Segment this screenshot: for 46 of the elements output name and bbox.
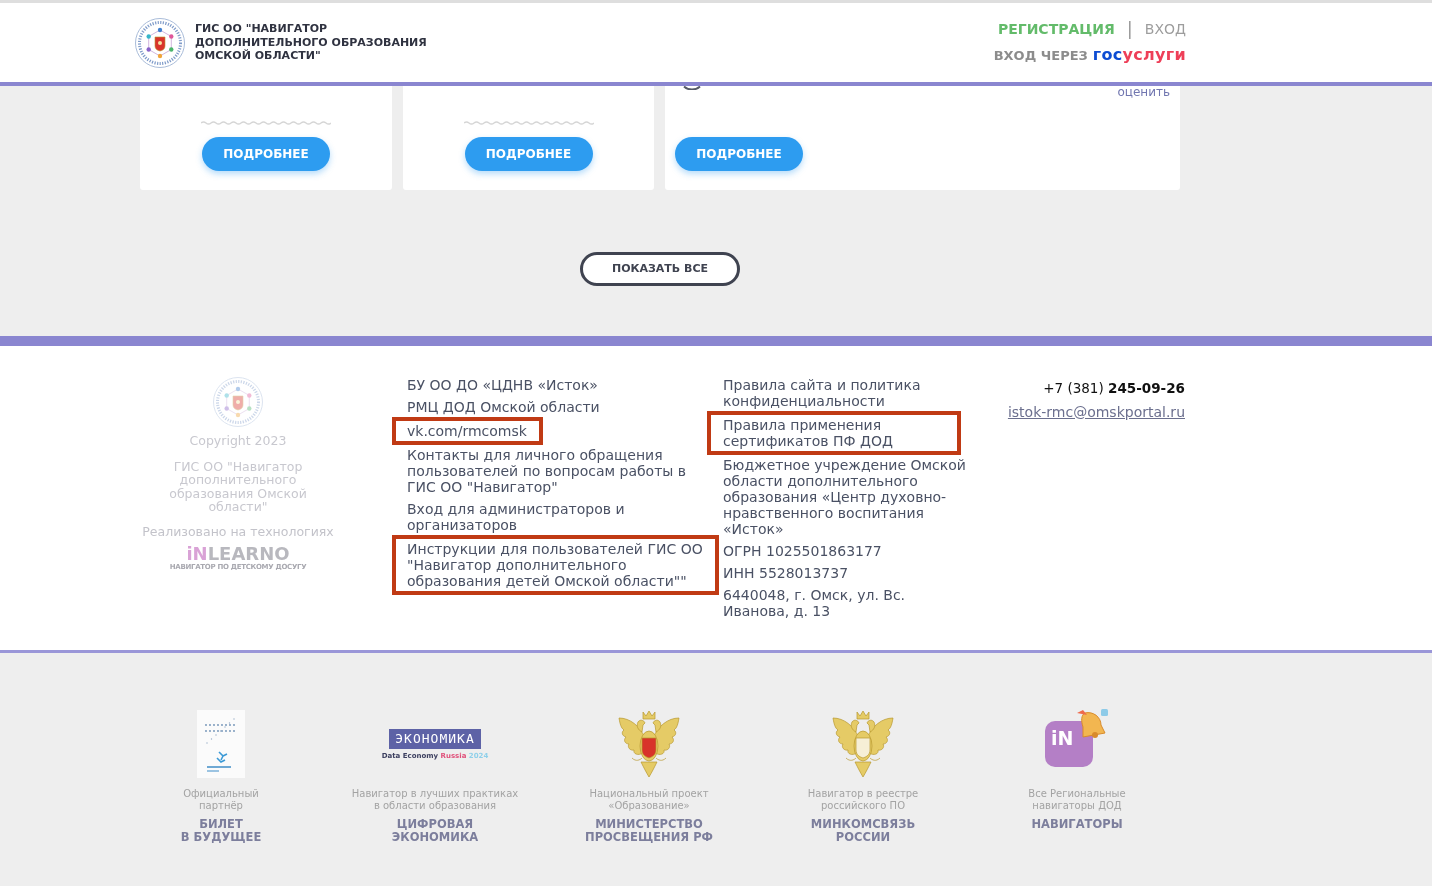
phone-number: +7 (381) 245-09-26 (1043, 380, 1185, 396)
partner-title-link[interactable]: МИНКОМСВЯЗЬ РОССИИ (810, 818, 916, 844)
footer-link[interactable]: Вход для администраторов и организаторов (407, 501, 707, 533)
show-all-button[interactable]: ПОКАЗАТЬ ВСЕ (580, 252, 740, 286)
site-title: ГИС ОО "НАВИГАТОР ДОПОЛНИТЕЛЬНОГО ОБРАЗОВАНИЯ ОМСКОЙ ОБЛАСТИ" (195, 22, 427, 63)
footer-link[interactable]: Контакты для личного обращения пользователей по вопросам работы в ГИС ОО "Навигатор" (407, 447, 707, 495)
partner-caption: Навигатор в реестре российского ПО (807, 788, 919, 812)
partner-title-link[interactable]: МИНИСТЕРСТВО ПРОСВЕЩЕНИЯ РФ (585, 818, 713, 844)
organization-name: РМЦ ДОД Омской области (407, 399, 601, 415)
footer-link[interactable]: Правила сайта и политика конфиденциальности (723, 377, 968, 409)
wavy-line-icon (463, 120, 594, 126)
partner-title-link[interactable]: ЦИФРОВАЯ ЭКОНОМИКА (391, 818, 479, 844)
gosuslugi-login-link[interactable]: ВХОД ЧЕРЕЗ госуслуги (993, 42, 1186, 67)
partner-caption: Национальный проект «Образование» (589, 788, 709, 812)
footer-link[interactable]: vk.com/rmcomsk (407, 423, 527, 439)
wavy-line-icon (201, 120, 331, 126)
dotted-card-icon (197, 710, 245, 778)
round-emblem-icon (213, 377, 263, 427)
organization-name: БУ ОО ДО «ЦДНВ «Исток» (407, 377, 599, 393)
navigator-logo: iN (1045, 721, 1093, 767)
platform-logo: iNLEARNO (186, 544, 290, 564)
round-emblem-icon (135, 17, 185, 68)
email-link[interactable]: istok-rmc@omskportal.ru (1007, 404, 1185, 420)
partner-caption: Навигатор в лучших практиках в области образования (351, 788, 519, 812)
legal-details-text: 6440048, г. Омск, ул. Вс. Иванова, д. 13 (723, 587, 907, 619)
rate-link[interactable]: оценить (1117, 86, 1170, 99)
powered-by-text: Реализовано на технологиях (142, 525, 334, 540)
partner-caption: Все Региональные навигаторы ДОД (1028, 788, 1126, 812)
footer-link[interactable]: Инструкции для пользователей ГИС ОО "Навигатор дополнительного образования детей Омской области"" (407, 541, 703, 589)
login-link[interactable]: ВХОД (1144, 19, 1186, 38)
bell-icon (1075, 709, 1109, 739)
details-button[interactable]: ПОДРОБНЕЕ (202, 137, 330, 171)
legal-details-text: ИНН 5528013737 (723, 565, 850, 581)
logo-wordmark: ЭКОНОМИКА (389, 728, 481, 749)
legal-details-text: Бюджетное учреждение Омской области дополнительного образования «Центр духовно-нравственного воспитания «Исток» (723, 457, 967, 537)
separator: | (1126, 18, 1133, 39)
footer-link[interactable]: Правила применения сертификатов ПФ ДОД (723, 417, 957, 449)
eagle-emblem-icon (618, 710, 680, 778)
register-link[interactable]: РЕГИСТРАЦИЯ (997, 19, 1115, 38)
partner-title-link[interactable]: БИЛЕТ В БУДУЩЕЕ (180, 818, 262, 844)
legal-details-text: ОГРН 1025501863177 (723, 543, 883, 559)
partner-caption: Официальный партнёр (183, 788, 259, 812)
partner-title-link[interactable]: НАВИГАТОРЫ (1031, 818, 1123, 831)
eagle-emblem-icon (832, 710, 894, 778)
details-button[interactable]: ПОДРОБНЕЕ (464, 137, 593, 171)
details-button[interactable]: ПОДРОБНЕЕ (675, 137, 803, 171)
